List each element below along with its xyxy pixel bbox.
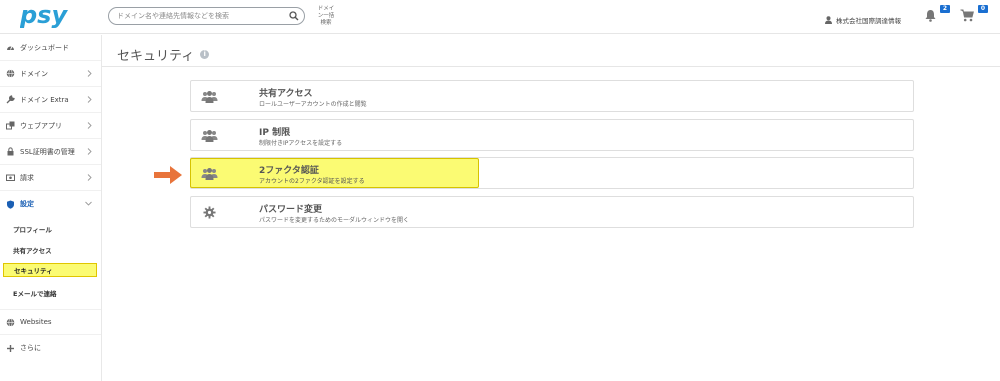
cart-count-badge: 0 [978, 5, 988, 13]
bulk-search-line-2: ン一括 [317, 13, 335, 19]
dashboard-icon [7, 46, 14, 50]
sidebar-item-label: さらに [20, 344, 41, 352]
card-ip-restriction[interactable]: IP 制限 制限付きIPアクセスを設定する [190, 119, 914, 151]
sidebar-subitem-security[interactable]: セキュリティ [3, 263, 97, 277]
card-title: IP 制限 [259, 128, 291, 138]
gear-icon [203, 206, 216, 219]
billing-icon [6, 174, 15, 181]
sidebar-item-label: 設定 [20, 200, 34, 208]
sidebar-item-label: 請求 [20, 173, 34, 182]
notification-count-badge: 2 [940, 5, 950, 13]
shield-icon [7, 200, 14, 209]
bulk-search-link[interactable]: ドメイ ン一括 検索 [311, 6, 341, 27]
card-subtitle: パスワードを変更するためのモーダルウィンドウを開く [259, 217, 410, 224]
sidebar-subitem-label: Eメールで連絡 [13, 290, 57, 298]
sidebar-item-websites[interactable]: Websites [0, 309, 101, 335]
sidebar-subitem-label: プロフィール [13, 226, 52, 234]
sidebar-item-label: SSL証明書の管理 [20, 147, 75, 156]
sidebar-item-label: Websites [20, 318, 52, 326]
card-change-password[interactable]: パスワード変更 パスワードを変更するためのモーダルウィンドウを開く [190, 196, 914, 228]
search-icon[interactable] [289, 11, 299, 21]
search-box [108, 7, 305, 25]
top-header: psy ドメイ ン一括 検索 株式会社国際調達情報 2 0 [0, 0, 1000, 34]
title-divider [102, 66, 1000, 67]
card-two-factor-auth[interactable]: 2ファクタ認証 アカウントの2ファクタ認証を設定する [190, 158, 479, 188]
card-subtitle: 制限付きIPアクセスを設定する [259, 140, 343, 147]
sidebar-item-dashboard[interactable]: ダッシュボード [0, 35, 101, 61]
users-icon [201, 130, 218, 142]
card-subtitle: ロールユーザーアカウントの作成と閲覧 [259, 101, 367, 108]
card-title: パスワード変更 [259, 205, 323, 215]
page-title: セキュリティ i [117, 45, 210, 64]
sidebar-item-label: ドメイン Extra [20, 95, 69, 104]
account-menu[interactable]: 株式会社国際調達情報 [825, 15, 901, 25]
sidebar-item-billing[interactable]: 請求 [0, 165, 101, 191]
sidebar-subitem-label: セキュリティ [14, 267, 53, 275]
main-content: セキュリティ i 共有アクセス ロールユーザーアカウントの作成と閲覧 IP 制限… [102, 35, 1000, 381]
sidebar: ダッシュボード ドメイン ドメイン Extra ウェブアプリ SSL証明書の管理… [0, 35, 102, 381]
sidebar-item-domain-extra[interactable]: ドメイン Extra [0, 87, 101, 113]
sidebar-item-domains[interactable]: ドメイン [0, 61, 101, 87]
bell-icon[interactable] [924, 9, 937, 22]
chevron-right-icon [87, 174, 92, 181]
sidebar-item-label: ダッシュボード [20, 43, 69, 52]
chevron-right-icon [87, 122, 92, 129]
sidebar-item-ssl[interactable]: SSL証明書の管理 [0, 139, 101, 165]
cart-icon[interactable] [960, 9, 974, 22]
card-subtitle: アカウントの2ファクタ認証を設定する [259, 178, 365, 185]
sidebar-subitem-profile[interactable]: プロフィール [0, 219, 101, 239]
search-input[interactable] [117, 9, 287, 23]
card-shared-access[interactable]: 共有アクセス ロールユーザーアカウントの作成と閲覧 [190, 80, 914, 112]
bulk-search-line-1: ドメイ [317, 6, 335, 12]
plus-icon [7, 344, 14, 352]
arrow-right-icon [154, 166, 182, 184]
psy-logo[interactable]: psy [20, 1, 76, 31]
sidebar-subitem-label: 共有アクセス [13, 247, 52, 255]
sidebar-item-web-apps[interactable]: ウェブアプリ [0, 113, 101, 139]
card-title: 共有アクセス [259, 89, 313, 99]
page-title-text: セキュリティ [117, 49, 195, 64]
logo-text: psy [20, 1, 68, 29]
chevron-right-icon [87, 70, 92, 77]
sidebar-subitem-shared-access[interactable]: 共有アクセス [0, 240, 101, 260]
chevron-down-icon [85, 201, 92, 206]
sidebar-subitem-email-contact[interactable]: Eメールで連絡 [0, 282, 101, 304]
sidebar-item-label: ドメイン [20, 69, 48, 78]
info-icon[interactable]: i [200, 50, 210, 59]
bulk-search-line-3: 検索 [320, 20, 332, 26]
apps-icon [6, 121, 15, 130]
users-icon [201, 168, 218, 180]
card-title: 2ファクタ認証 [259, 166, 319, 176]
company-name: 株式会社国際調達情報 [836, 17, 901, 25]
chevron-right-icon [87, 148, 92, 155]
sidebar-item-label: ウェブアプリ [20, 121, 62, 130]
lock-icon [7, 147, 14, 156]
globe-icon [6, 317, 15, 327]
sidebar-item-settings[interactable]: 設定 [0, 191, 101, 217]
users-icon [201, 91, 218, 103]
wrench-icon [6, 95, 15, 104]
user-icon [825, 16, 832, 24]
chevron-right-icon [87, 96, 92, 103]
globe-icon [6, 69, 15, 78]
sidebar-item-more[interactable]: さらに [0, 335, 101, 361]
